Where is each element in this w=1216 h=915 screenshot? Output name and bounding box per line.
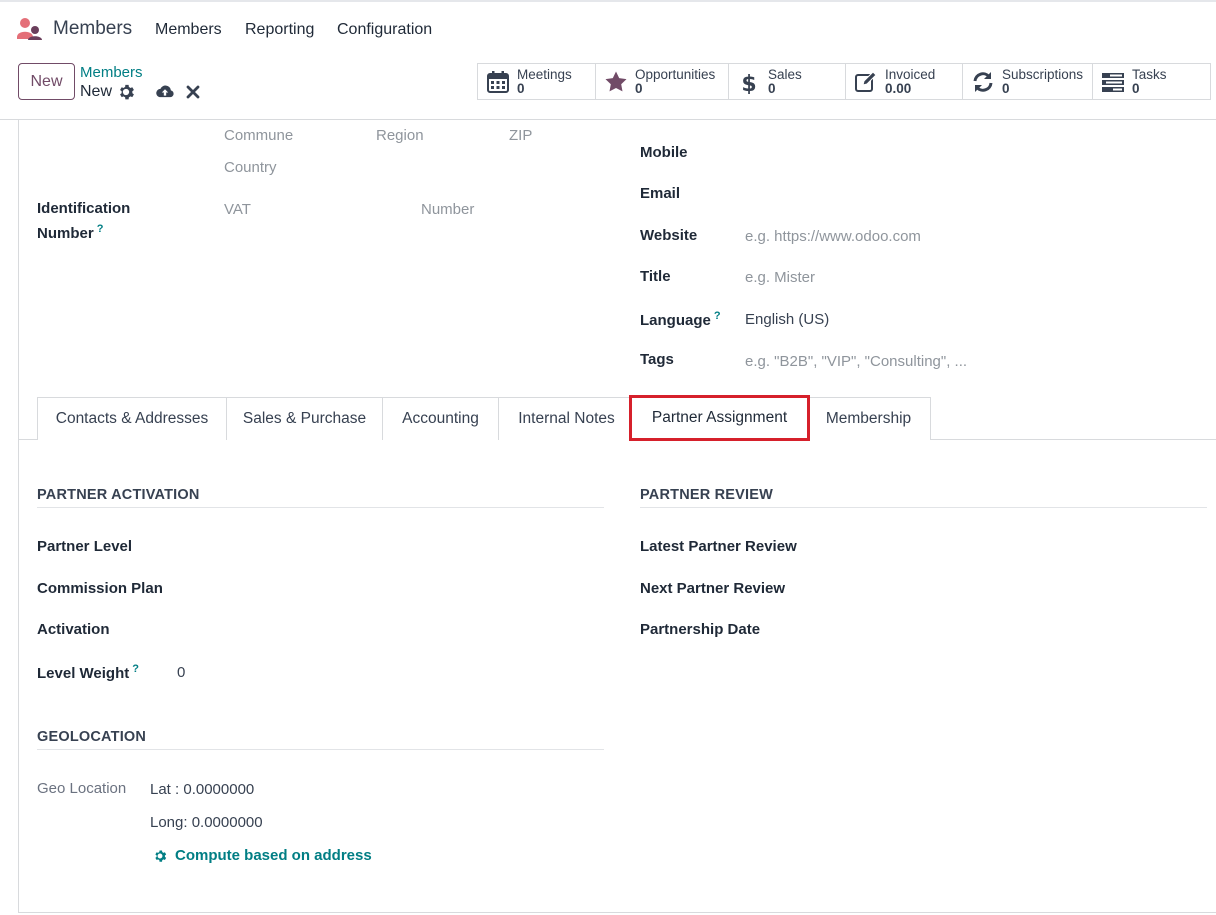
website-input[interactable]: e.g. https://www.odoo.com [745,228,921,245]
top-navbar: Members Members Reporting Configuration [0,0,1216,56]
tasks-smart-button[interactable]: Tasks 0 [1093,64,1211,99]
vat-number-input[interactable]: Number [421,201,474,218]
new-button[interactable]: New [18,63,75,100]
language-label: Language? [640,310,721,329]
subscriptions-count: 0 [1002,81,1010,96]
tab-sales-purchase[interactable]: Sales & Purchase [226,397,383,440]
identification-number-label-line1: Identification [37,200,131,217]
pencil-square-icon [855,71,877,92]
tasks-count: 0 [1132,81,1140,96]
tab-accounting[interactable]: Accounting [382,397,499,440]
meetings-label: Meetings [517,67,572,82]
zip-input[interactable]: ZIP [509,127,532,144]
dollar-icon: $ [741,72,756,94]
latitude-value: Lat : 0.0000000 [150,781,255,798]
email-label: Email [640,185,681,202]
calendar-icon [487,71,509,93]
gear-icon [155,849,167,862]
partner-review-separator [640,507,1207,508]
partner-activation-separator [37,507,604,508]
activation-label: Activation [37,621,110,638]
title-label: Title [640,268,671,285]
partner-review-title: PARTNER REVIEW [640,487,774,503]
country-input[interactable]: Country [224,159,277,176]
gear-icon[interactable] [117,83,135,101]
invoiced-amount: 0.00 [885,81,912,96]
language-help-icon[interactable]: ? [714,310,721,322]
invoiced-smart-button[interactable]: Invoiced 0.00 [846,64,963,99]
identification-number-label-line2: Number? [37,223,104,242]
identification-help-icon[interactable]: ? [97,223,104,235]
tab-contacts-addresses[interactable]: Contacts & Addresses [37,397,227,440]
level-weight-help-icon[interactable]: ? [132,663,139,675]
geolocation-separator [37,749,604,750]
app-name[interactable]: Members [53,18,132,40]
opportunities-label: Opportunities [635,67,716,82]
region-input[interactable]: Region [376,127,424,144]
language-select[interactable]: English (US) [745,311,829,328]
tasks-icon [1102,73,1124,92]
control-panel: New Members New Meetings 0 Opportunities 0 [0,56,1216,120]
tasks-label: Tasks [1132,67,1167,82]
geolocation-title: GEOLOCATION [37,729,147,745]
compute-based-on-address-button[interactable]: Compute based on address [153,847,372,864]
save-cloud-icon[interactable] [155,83,175,101]
star-icon [605,71,627,92]
invoiced-label: Invoiced [885,67,936,82]
menu-members[interactable]: Members [155,21,222,39]
partnership-date-label: Partnership Date [640,621,761,638]
website-label: Website [640,227,698,244]
subscriptions-label: Subscriptions [1002,67,1084,82]
commune-input[interactable]: Commune [224,127,293,144]
vat-input[interactable]: VAT [224,201,251,218]
level-weight-label: Level Weight? [37,663,139,682]
refresh-icon [973,72,993,92]
breadcrumb-current: New [80,83,113,100]
commission-plan-label: Commission Plan [37,580,163,597]
longitude-value: Long: 0.0000000 [150,814,263,831]
level-weight-input[interactable]: 0 [177,664,185,681]
menu-configuration[interactable]: Configuration [337,21,432,39]
smart-buttons: Meetings 0 Opportunities 0 $ Sales 0 Invoic… [477,63,1211,100]
mobile-label: Mobile [640,144,688,161]
tab-partner-assignment[interactable]: Partner Assignment [629,395,810,441]
meetings-count: 0 [517,81,525,96]
sheet-bottom-border [18,912,1216,913]
tags-input[interactable]: e.g. "B2B", "VIP", "Consulting", ... [745,353,967,370]
geo-location-label: Geo Location [37,780,127,797]
breadcrumb-parent[interactable]: Members [80,64,143,81]
svg-text:$: $ [741,72,756,94]
opportunities-count: 0 [635,81,643,96]
discard-close-icon[interactable] [186,85,200,99]
tab-membership[interactable]: Membership [806,397,931,440]
sales-label: Sales [768,67,802,82]
next-partner-review-label: Next Partner Review [640,580,786,597]
partner-level-label: Partner Level [37,538,133,555]
compute-based-on-address-label: Compute based on address [175,847,372,864]
tags-label: Tags [640,351,674,368]
menu-reporting[interactable]: Reporting [245,21,314,39]
tab-internal-notes[interactable]: Internal Notes [498,397,635,440]
partner-activation-title: PARTNER ACTIVATION [37,487,200,503]
sheet-left-border [18,120,19,912]
title-input[interactable]: e.g. Mister [745,269,815,286]
latest-partner-review-label: Latest Partner Review [640,538,797,555]
members-app-icon[interactable] [17,17,43,41]
sales-smart-button[interactable]: $ Sales 0 [729,64,846,99]
meetings-smart-button[interactable]: Meetings 0 [478,64,596,99]
subscriptions-smart-button[interactable]: Subscriptions 0 [963,64,1093,99]
opportunities-smart-button[interactable]: Opportunities 0 [596,64,729,99]
sales-count: 0 [768,81,776,96]
